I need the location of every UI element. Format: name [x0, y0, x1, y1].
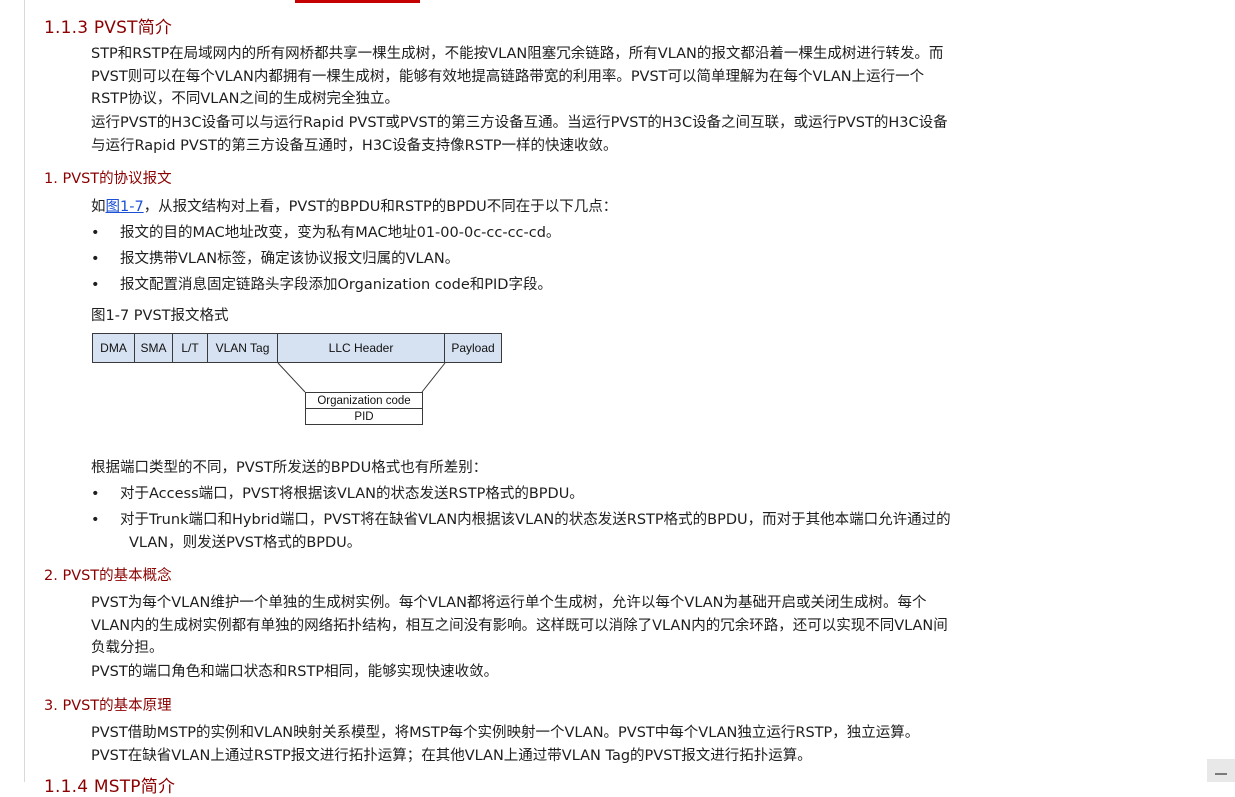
principle-paragraph: PVST借助MSTP的实例和VLAN映射关系模型，将MSTP每个实例映射一个VL…: [91, 722, 919, 767]
section-heading-1-1-4: 1.1.4 MSTP简介: [44, 777, 176, 797]
minus-icon: [1215, 773, 1227, 775]
list-item-text: 报文携带VLAN标签，确定该协议报文归属的VLAN。: [120, 251, 460, 267]
intro-paragraph-1: STP和RSTP在局域网内的所有网桥都共享一棵生成树，不能按VLAN阻塞冗余链路…: [91, 43, 943, 111]
text-line: RSTP协议，不同VLAN之间的生成树完全独立。: [91, 91, 399, 107]
list-item-text: 对于Access端口，PVST将根据该VLAN的状态发送RSTP格式的BPDU。: [120, 486, 584, 502]
port-type-lead: 根据端口类型的不同，PVST所发送的BPDU格式也有所差别：: [91, 460, 488, 476]
list-item-text-continued: VLAN，则发送PVST格式的BPDU。: [129, 534, 362, 551]
list-item-text: 报文配置消息固定链路头字段添加Organization code和PID字段。: [120, 277, 552, 293]
text-line: PVST为每个VLAN维护一个单独的生成树实例。每个VLAN都将运行单个生成树，…: [91, 595, 927, 611]
bullet-marker: •: [91, 277, 100, 293]
bullet-marker: •: [91, 251, 100, 267]
bullet-marker: •: [91, 225, 100, 241]
subsection-heading-2: 2. PVST的基本概念: [44, 568, 172, 584]
document-content: 1.1.3 PVST简介 STP和RSTP在局域网内的所有网桥都共享一棵生成树，…: [0, 0, 1235, 797]
concept-paragraph-2: PVST的端口角色和端口状态和RSTP相同，能够实现快速收敛。: [91, 664, 499, 680]
subsection-heading-1: 1. PVST的协议报文: [44, 171, 172, 187]
text-line: VLAN内的生成树实例都有单独的网络拓扑结构，相互之间没有影响。这样既可以消除了…: [91, 617, 948, 634]
text-line: 运行PVST的H3C设备可以与运行Rapid PVST或PVST的第三方设备互通…: [91, 115, 948, 131]
text-line: PVST借助MSTP的实例和VLAN映射关系模型，将MSTP每个实例映射一个VL…: [91, 725, 920, 741]
bullet-marker: •: [91, 486, 100, 502]
bullet-marker: •: [91, 512, 100, 528]
text-line: STP和RSTP在局域网内的所有网桥都共享一棵生成树，不能按VLAN阻塞冗余链路…: [91, 46, 944, 62]
text-line: 负载分担。: [91, 640, 164, 656]
field-organization-code: Organization code: [305, 392, 423, 409]
protocol-lead-paragraph: 如图1-7，从报文结构对上看，PVST的BPDU和RSTP的BPDU不同在于以下…: [91, 196, 617, 219]
scroll-to-top-button[interactable]: [1207, 759, 1235, 782]
expansion-lines: [277, 362, 446, 393]
list-item-text: 对于Trunk端口和Hybrid端口，PVST将在缺省VLAN内根据该VLAN的…: [120, 512, 951, 528]
intro-paragraph-2: 运行PVST的H3C设备可以与运行Rapid PVST或PVST的第三方设备互通…: [91, 112, 948, 157]
expansion-line-right: [421, 362, 446, 393]
figure-1-7-link[interactable]: 图1-7: [106, 199, 144, 215]
section-heading-1-1-3: 1.1.3 PVST简介: [44, 18, 173, 38]
concept-paragraph-1: PVST为每个VLAN维护一个单独的生成树实例。每个VLAN都将运行单个生成树，…: [91, 592, 948, 660]
subsection-heading-3: 3. PVST的基本原理: [44, 698, 172, 714]
lead-prefix: 如: [91, 199, 106, 215]
lead-suffix: ，从报文结构对上看，PVST的BPDU和RSTP的BPDU不同在于以下几点：: [143, 199, 618, 215]
text-line: PVST则可以在每个VLAN内都拥有一棵生成树，能够有效地提高链路带宽的利用率。…: [91, 68, 925, 85]
field-pid: PID: [305, 408, 423, 425]
list-item-text: 报文的目的MAC地址改变，变为私有MAC地址01-00-0c-cc-cc-cd。: [120, 225, 561, 241]
text-line: 与运行Rapid PVST的第三方设备互通时，H3C设备支持像RSTP一样的快速…: [91, 137, 618, 154]
expansion-line-left: [277, 362, 306, 393]
text-line: PVST在缺省VLAN上通过RSTP报文进行拓扑运算；在其他VLAN上通过带VL…: [91, 747, 812, 764]
pvst-packet-format-figure: DMA SMA L/T VLAN Tag LLC Header Payload …: [92, 333, 504, 429]
figure-caption: 图1-7 PVST报文格式: [91, 308, 229, 324]
